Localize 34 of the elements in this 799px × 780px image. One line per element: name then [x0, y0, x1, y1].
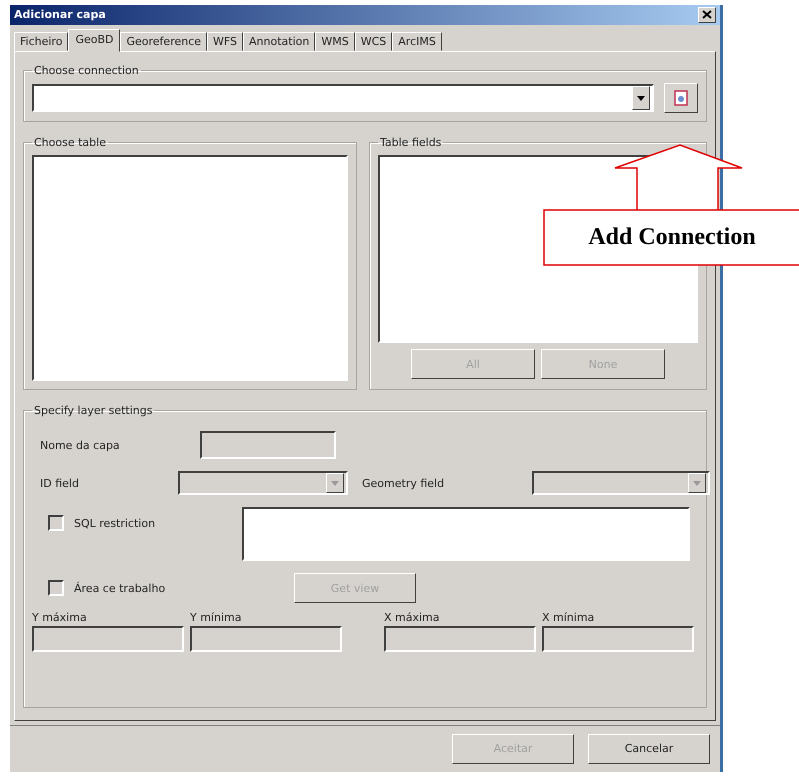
group-title: Table fields: [379, 136, 442, 150]
tab[interactable]: ArcIMS: [392, 32, 442, 52]
dropdown-arrow-icon: [637, 96, 645, 101]
group-title: Specify layer settings: [33, 404, 154, 418]
tab[interactable]: WFS: [207, 32, 244, 52]
checkbox[interactable]: [48, 580, 64, 596]
field-label: X máxima: [384, 611, 441, 624]
dialog-button[interactable]: Cancelar: [588, 734, 710, 764]
window-title: Adicionar capa: [14, 8, 106, 22]
tab[interactable]: Annotation: [243, 32, 316, 52]
dropdown-arrow-icon: [331, 480, 339, 486]
close-button[interactable]: [698, 6, 716, 23]
checkbox-label: SQL restriction: [74, 516, 156, 530]
tab[interactable]: Ficheiro: [14, 32, 68, 52]
tab[interactable]: GeoBD: [68, 29, 120, 52]
tab[interactable]: WCS: [354, 32, 392, 52]
checkbox[interactable]: [48, 515, 64, 532]
field-label: X mínima: [542, 611, 596, 624]
tab[interactable]: WMS: [315, 32, 355, 52]
field-label: Geometry field: [362, 476, 446, 490]
close-icon: [702, 10, 712, 20]
add-connection-button[interactable]: [664, 83, 698, 114]
field-label: ID field: [40, 476, 80, 490]
field-label: Y máxima: [32, 611, 88, 624]
field-label: Nome da capa: [40, 438, 121, 452]
sql-restriction-field[interactable]: [242, 507, 690, 562]
field-label: Y mínima: [190, 611, 242, 624]
group-title: Choose table: [33, 136, 107, 150]
dropdown-arrow-icon: [693, 480, 701, 486]
group-title: Choose connection: [33, 64, 140, 78]
database-icon: [674, 90, 688, 106]
checkbox-label: Área ce trabalho: [74, 582, 166, 595]
connection-dropdown[interactable]: [32, 84, 654, 112]
tab[interactable]: Georeference: [120, 32, 208, 52]
